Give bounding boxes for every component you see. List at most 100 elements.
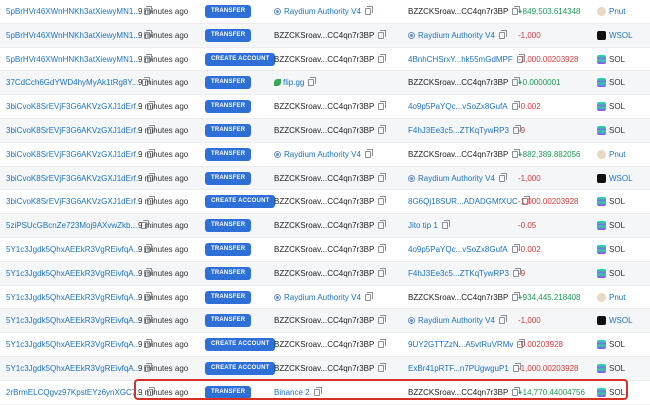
token-name[interactable]: SOL	[609, 245, 625, 254]
from-address[interactable]: BZZCKSroav...CC4qn7r3BP	[274, 245, 374, 254]
from-address[interactable]: flip.gg	[283, 78, 304, 87]
copy-icon[interactable]	[378, 267, 387, 277]
signature-link[interactable]: 3biCvoK8SrEVjF3G6AKVzGXJ1dErf...	[6, 102, 143, 111]
to-address[interactable]: F4hJ3Ee3c5...ZTKqTywRP3	[408, 126, 509, 135]
copy-icon[interactable]	[441, 220, 450, 230]
table-row: 5Y1c3Jgdk5QhxAEEkR3VgREivfqA... 9 minutes…	[0, 238, 650, 262]
from-address[interactable]: Raydium Authority V4	[284, 293, 361, 302]
from-address[interactable]: Raydium Authority V4	[284, 7, 361, 16]
copy-icon[interactable]	[378, 196, 387, 206]
copy-icon[interactable]	[378, 315, 387, 325]
token-name[interactable]: SOL	[609, 102, 625, 111]
signature-link[interactable]: 5Y1c3Jgdk5QhxAEEkR3VgREivfqA...	[6, 364, 140, 373]
to-address[interactable]: 4o9p5PaYQc...vSoZx8GufA	[408, 102, 508, 111]
token-name[interactable]: WSOL	[609, 174, 633, 183]
token-name[interactable]: Pnut	[609, 150, 625, 159]
from-address[interactable]: BZZCKSroav...CC4qn7r3BP	[274, 126, 374, 135]
to-address[interactable]: 8G6Qj18SUR...ADADGMfXUC	[408, 197, 518, 206]
token-name[interactable]: SOL	[609, 388, 625, 397]
signature-link[interactable]: 5Y1c3Jgdk5QhxAEEkR3VgREivfqA...	[6, 245, 140, 254]
copy-icon[interactable]	[498, 29, 507, 39]
amount-value: -0.002	[518, 102, 541, 112]
from-address[interactable]: BZZCKSroav...CC4qn7r3BP	[274, 31, 374, 40]
to-address[interactable]: 9UY2GTTZzN...A5vtRuVRMv	[408, 340, 513, 349]
copy-icon[interactable]	[378, 172, 387, 182]
from-address[interactable]: BZZCKSroav...CC4qn7r3BP	[274, 221, 374, 230]
copy-icon[interactable]	[498, 172, 507, 182]
token-cell: Pnut	[597, 0, 625, 23]
from-address[interactable]: BZZCKSroav...CC4qn7r3BP	[274, 174, 374, 183]
token-name[interactable]: SOL	[609, 269, 625, 278]
copy-icon[interactable]	[378, 339, 387, 349]
time-text: 9 minutes ago	[138, 268, 189, 278]
to-address[interactable]: Raydium Authority V4	[418, 316, 495, 325]
from-address[interactable]: BZZCKSroav...CC4qn7r3BP	[274, 340, 374, 349]
to-address[interactable]: BZZCKSroav...CC4qn7r3BP	[408, 293, 508, 302]
signature-link[interactable]: 5pBrHVr46XWnHNKh3atXiewyMN1...	[6, 55, 140, 64]
token-name[interactable]: SOL	[609, 55, 625, 64]
to-address[interactable]: Jito tip 1	[408, 221, 438, 230]
to-address[interactable]: F4hJ3Ee3c5...ZTKqTywRP3	[408, 269, 509, 278]
signature-link[interactable]: 37CdCch6GdYWD4hyMyAk1tRg8Y...	[6, 78, 138, 87]
token-name[interactable]: SOL	[609, 78, 625, 87]
signature-link[interactable]: 5Y1c3Jgdk5QhxAEEkR3VgREivfqA...	[6, 316, 140, 325]
signature-link[interactable]: 5Y1c3Jgdk5QhxAEEkR3VgREivfqA...	[6, 340, 140, 349]
token-name[interactable]: SOL	[609, 197, 625, 206]
signature-link[interactable]: 3biCvoK8SrEVjF3G6AKVzGXJ1dErf...	[6, 150, 143, 159]
copy-icon[interactable]	[378, 244, 387, 253]
token-name[interactable]: WSOL	[609, 31, 633, 40]
token-name[interactable]: SOL	[609, 340, 625, 349]
to-address[interactable]: BZZCKSroav...CC4qn7r3BP	[408, 78, 508, 87]
token-name[interactable]: SOL	[609, 221, 625, 230]
copy-icon[interactable]	[378, 101, 387, 111]
signature-link[interactable]: 5pBrHVr46XWnHNKh3atXiewyMN1...	[6, 7, 140, 16]
from-address[interactable]: BZZCKSroav...CC4qn7r3BP	[274, 316, 374, 325]
signature-link[interactable]: 5Y1c3Jgdk5QhxAEEkR3VgREivfqA...	[6, 293, 140, 302]
token-cell: SOL	[597, 190, 625, 213]
to-address[interactable]: BZZCKSroav...CC4qn7r3BP	[408, 150, 508, 159]
copy-icon[interactable]	[378, 53, 387, 63]
copy-icon[interactable]	[511, 101, 520, 111]
copy-icon[interactable]	[511, 244, 520, 253]
signature-link[interactable]: 5Y1c3Jgdk5QhxAEEkR3VgREivfqA...	[6, 269, 140, 278]
token-cell: SOL	[597, 48, 625, 71]
from-address[interactable]: BZZCKSroav...CC4qn7r3BP	[274, 55, 374, 64]
copy-icon[interactable]	[308, 77, 317, 87]
from-address[interactable]: BZZCKSroav...CC4qn7r3BP	[274, 364, 374, 373]
token-name[interactable]: SOL	[609, 364, 625, 373]
token-name[interactable]: Pnut	[609, 293, 625, 302]
copy-icon[interactable]	[364, 291, 373, 301]
copy-icon[interactable]	[378, 125, 387, 134]
from-address[interactable]: BZZCKSroav...CC4qn7r3BP	[274, 269, 374, 278]
token-name[interactable]: WSOL	[609, 316, 633, 325]
token-name[interactable]: SOL	[609, 126, 625, 135]
copy-icon[interactable]	[498, 315, 507, 325]
signature-link[interactable]: 5pBrHVr46XWnHNKh3atXiewyMN1...	[6, 31, 140, 40]
signature-link[interactable]: 3biCvoK8SrEVjF3G6AKVzGXJ1dErf...	[6, 174, 143, 183]
signature-link[interactable]: 3biCvoK8SrEVjF3G6AKVzGXJ1dErf...	[6, 126, 143, 135]
copy-icon[interactable]	[378, 363, 387, 372]
to-address[interactable]: 4BnhCHSrxY...hk55mGdMPF	[408, 55, 513, 64]
signature-link[interactable]: 5ziPSUcGBcnZe723Moj9AXvwZkb...	[6, 221, 137, 230]
time-cell: 9 minutes ago	[138, 357, 188, 380]
from-address[interactable]: BZZCKSroav...CC4qn7r3BP	[274, 102, 374, 111]
wsol-token-icon	[597, 173, 606, 183]
copy-icon[interactable]	[378, 29, 387, 39]
copy-icon[interactable]	[364, 6, 373, 15]
copy-icon[interactable]	[313, 386, 322, 396]
token-name[interactable]: Pnut	[609, 7, 625, 16]
copy-icon[interactable]	[378, 220, 387, 230]
time-text: 9 minutes ago	[138, 197, 189, 207]
to-address[interactable]: 4o9p5PaYQc...vSoZx8GufA	[408, 245, 508, 254]
from-address[interactable]: Raydium Authority V4	[284, 150, 361, 159]
copy-icon[interactable]	[364, 148, 373, 158]
signature-link[interactable]: 2rBrmELCQgvz97KpstEYz6ynXGC7...	[6, 388, 143, 397]
from-address[interactable]: Binance 2	[274, 388, 310, 397]
to-address[interactable]: ExBr41pRTF...n7PUgwguP1	[408, 364, 509, 373]
to-address[interactable]: Raydium Authority V4	[418, 174, 495, 183]
to-address[interactable]: BZZCKSroav...CC4qn7r3BP	[408, 7, 508, 16]
to-address[interactable]: BZZCKSroav...CC4qn7r3BP	[408, 388, 508, 397]
to-address[interactable]: Raydium Authority V4	[418, 31, 495, 40]
signature-link[interactable]: 3biCvoK8SrEVjF3G6AKVzGXJ1dErf...	[6, 197, 143, 206]
from-address[interactable]: BZZCKSroav...CC4qn7r3BP	[274, 197, 374, 206]
